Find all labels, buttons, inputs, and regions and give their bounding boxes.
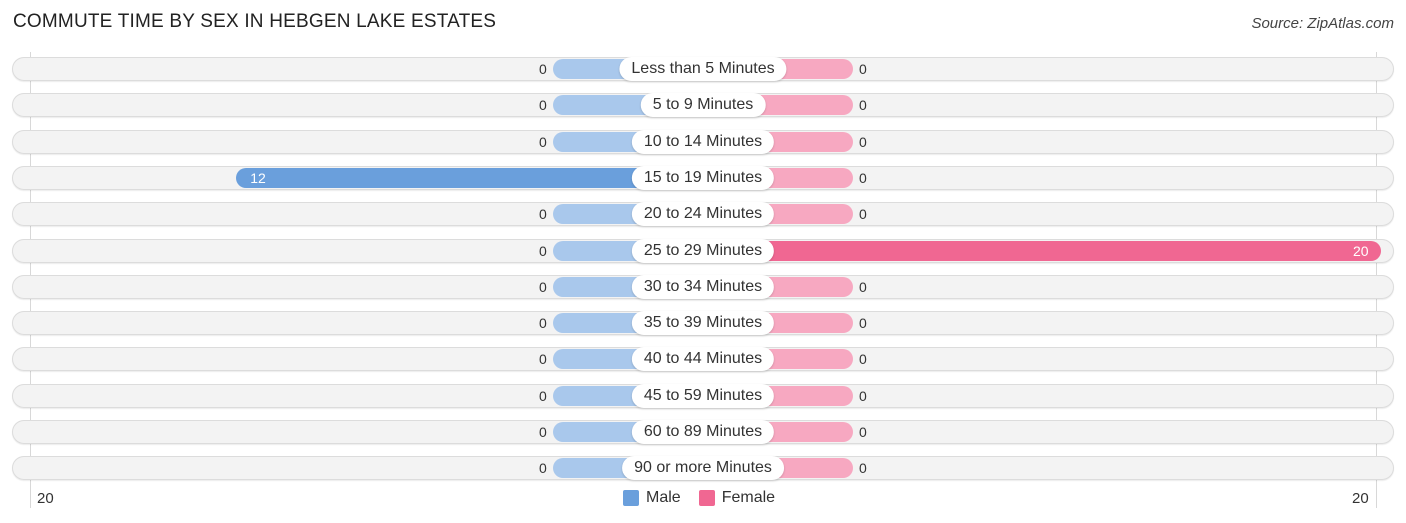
legend: Male Female — [623, 489, 785, 507]
value-label-female: 0 — [859, 133, 867, 150]
value-label-female: 0 — [859, 278, 867, 295]
category-label: 60 to 89 Minutes — [631, 420, 775, 444]
axis-label-right: 20 — [1352, 490, 1369, 507]
value-label-male: 12 — [250, 169, 266, 186]
value-label-female: 0 — [859, 169, 867, 186]
value-label-male: 0 — [539, 133, 547, 150]
category-label: 40 to 44 Minutes — [631, 347, 775, 372]
value-label-female: 20 — [1353, 242, 1369, 259]
legend-swatch-female — [698, 490, 715, 506]
legend-label-female: Female — [721, 489, 776, 506]
value-label-female: 0 — [859, 97, 867, 114]
value-label-female: 0 — [859, 387, 867, 404]
value-label-male: 0 — [539, 206, 547, 223]
value-label-female: 0 — [859, 351, 867, 368]
value-label-female: 0 — [859, 460, 867, 477]
value-label-male: 0 — [539, 315, 547, 332]
value-label-female: 0 — [859, 424, 867, 440]
legend-swatch-male — [623, 490, 639, 506]
category-label: 35 to 39 Minutes — [631, 311, 775, 336]
value-label-male: 0 — [539, 242, 547, 259]
value-label-male: 0 — [539, 278, 547, 295]
value-label-male: 0 — [539, 61, 547, 77]
value-label-male: 0 — [539, 351, 547, 368]
legend-label-male: Male — [646, 489, 681, 506]
legend-item-female[interactable]: Female — [698, 489, 776, 507]
category-label: 20 to 24 Minutes — [631, 202, 775, 227]
category-label: 5 to 9 Minutes — [640, 93, 766, 118]
value-label-female: 0 — [859, 206, 867, 223]
category-label: Less than 5 Minutes — [619, 57, 787, 81]
category-label: 25 to 29 Minutes — [631, 238, 775, 263]
category-label: 45 to 59 Minutes — [631, 383, 775, 408]
category-label: 15 to 19 Minutes — [631, 165, 775, 190]
chart-area: 0 0 Less than 5 Minutes 0 0 5 to 9 Minutes 0 0 1… — [0, 0, 1406, 523]
category-label: 90 or more Minutes — [622, 456, 784, 481]
axis-label-left: 20 — [37, 490, 54, 507]
category-label: 30 to 34 Minutes — [631, 274, 775, 299]
value-label-male: 0 — [539, 424, 547, 440]
value-label-female: 0 — [859, 61, 867, 77]
category-label: 10 to 14 Minutes — [631, 129, 775, 154]
legend-item-male[interactable]: Male — [623, 489, 681, 507]
value-label-male: 0 — [539, 460, 547, 477]
bar-female[interactable] — [703, 240, 1381, 261]
value-label-male: 0 — [539, 97, 547, 114]
value-label-male: 0 — [539, 387, 547, 404]
value-label-female: 0 — [859, 315, 867, 332]
